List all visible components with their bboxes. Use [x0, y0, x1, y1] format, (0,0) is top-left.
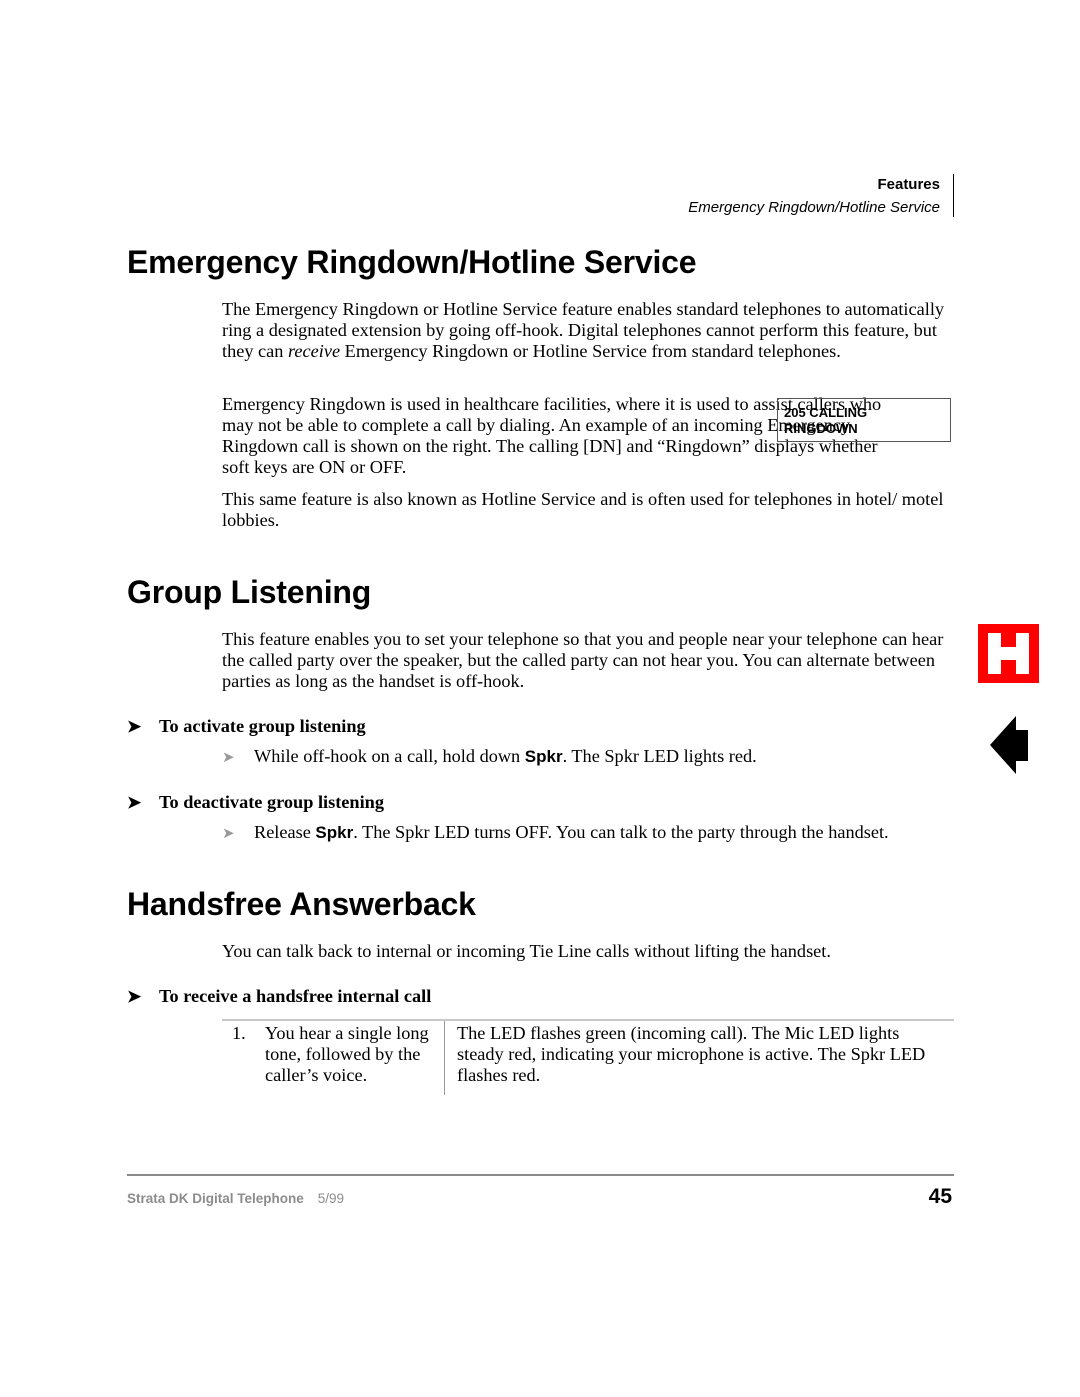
emergency-intro-paragraph: The Emergency Ringdown or Hotline Servic… [222, 299, 952, 362]
footer-rule [127, 1174, 954, 1176]
step-table-column-divider [444, 1021, 445, 1095]
running-head-rule [953, 174, 954, 217]
step-arrow-icon: ➤ [222, 750, 235, 766]
footer-document-title: Strata DK Digital Telephone [127, 1191, 304, 1206]
paragraph-text: This same feature is also known as Hotli… [222, 489, 944, 530]
running-head-section: Features [877, 176, 940, 193]
chapter-tab-h[interactable] [978, 624, 1039, 683]
procedure-step-activate: ➤ While off-hook on a call, hold down Spk… [222, 745, 757, 769]
footer-date: 5/99 [317, 1191, 345, 1206]
step-text: Release [254, 822, 316, 842]
procedure-heading-text: To receive a handsfree internal call [159, 986, 432, 1006]
procedure-heading-activate: ➤ To activate group listening [127, 715, 366, 738]
footer-title: Strata DK Digital Telephone 5/99 [127, 1191, 344, 1206]
step-text: . The Spkr LED turns OFF. You can talk t… [353, 822, 889, 842]
handsfree-intro: You can talk back to internal or incomin… [222, 941, 831, 961]
procedure-arrow-icon: ➤ [127, 987, 142, 1006]
spkr-key-label: Spkr [524, 747, 563, 766]
section-title-emergency-ringdown: Emergency Ringdown/Hotline Service [127, 244, 697, 280]
step-table-result-cell: The LED flashes green (incoming call). T… [457, 1023, 926, 1085]
running-head-topic: Emergency Ringdown/Hotline Service [688, 199, 940, 216]
procedure-heading-receive: ➤ To receive a handsfree internal call [127, 985, 431, 1008]
procedure-arrow-icon: ➤ [127, 793, 142, 812]
left-arrow-icon[interactable] [990, 716, 1030, 774]
procedure-heading-text: To deactivate group listening [159, 792, 384, 812]
step-number: 1. [232, 1023, 246, 1043]
hotline-paragraph: This same feature is also known as Hotli… [222, 489, 952, 531]
step-text: While off-hook on a call, hold down [254, 746, 525, 766]
page-number: 45 [928, 1185, 952, 1208]
procedure-arrow-icon: ➤ [127, 717, 142, 736]
step-arrow-icon: ➤ [222, 826, 235, 842]
step-text: . The Spkr LED lights red. [562, 746, 757, 766]
lcd-line-2: RINGDOWN [784, 421, 858, 436]
procedure-heading-deactivate: ➤ To deactivate group listening [127, 791, 384, 814]
letter-h-icon [978, 624, 1039, 683]
lcd-line-1: 205 CALLING [784, 405, 868, 420]
lcd-display-example: 205 CALLING RINGDOWN [777, 398, 951, 442]
procedure-heading-text: To activate group listening [159, 716, 366, 736]
section-title-handsfree-answerback: Handsfree Answerback [127, 886, 476, 922]
paragraph-text: Emergency Ringdown or Hotline Service fr… [340, 341, 841, 361]
section-title-group-listening: Group Listening [127, 574, 372, 610]
group-listening-intro: This feature enables you to set your tel… [222, 629, 944, 691]
step-action-text: You hear a single long tone, followed by… [265, 1023, 429, 1085]
running-head: Features Emergency Ringdown/Hotline Serv… [688, 174, 940, 220]
procedure-step-deactivate: ➤ Release Spkr. The Spkr LED turns OFF. Y… [222, 821, 889, 845]
emphasis-text: receive [287, 341, 341, 361]
left-arrow-shape [990, 716, 1028, 774]
spkr-key-label: Spkr [315, 823, 354, 842]
step-table-top-rule [222, 1019, 954, 1021]
